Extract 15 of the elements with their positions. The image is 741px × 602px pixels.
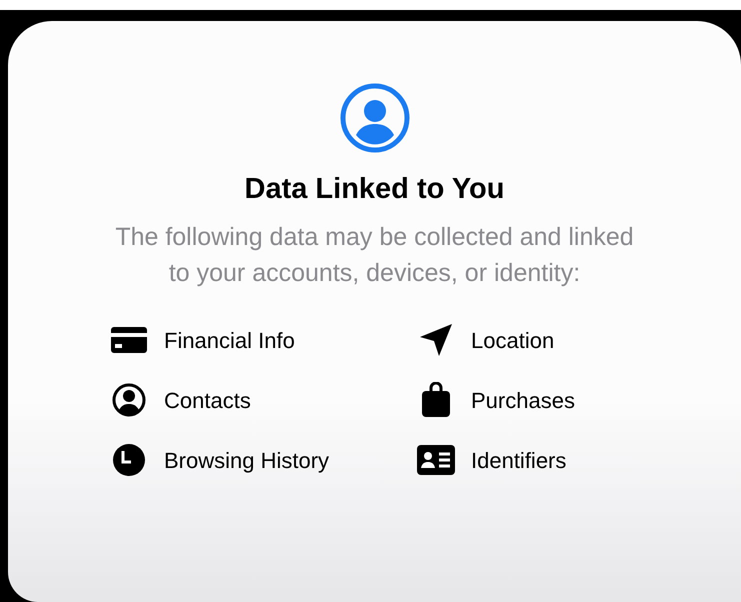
shopping-bag-icon bbox=[420, 382, 450, 418]
data-type-label: Location bbox=[471, 326, 554, 354]
id-card-icon bbox=[416, 445, 454, 475]
person-circle-icon bbox=[112, 383, 146, 417]
location-arrow-icon bbox=[418, 322, 454, 358]
title: Data Linked to You bbox=[244, 172, 504, 207]
description: The following data may be collected and linked to your accounts, devices, or identity: bbox=[114, 222, 634, 289]
data-type-label: Browsing History bbox=[164, 446, 330, 475]
data-type-label: Identifiers bbox=[471, 446, 566, 474]
credit-card-icon bbox=[110, 325, 148, 355]
data-type-label: Financial Info bbox=[164, 326, 295, 354]
clock-icon bbox=[112, 443, 146, 477]
person-circle-icon bbox=[340, 83, 410, 153]
data-type-label: Contacts bbox=[164, 386, 251, 414]
data-type-label: Purchases bbox=[471, 386, 575, 414]
